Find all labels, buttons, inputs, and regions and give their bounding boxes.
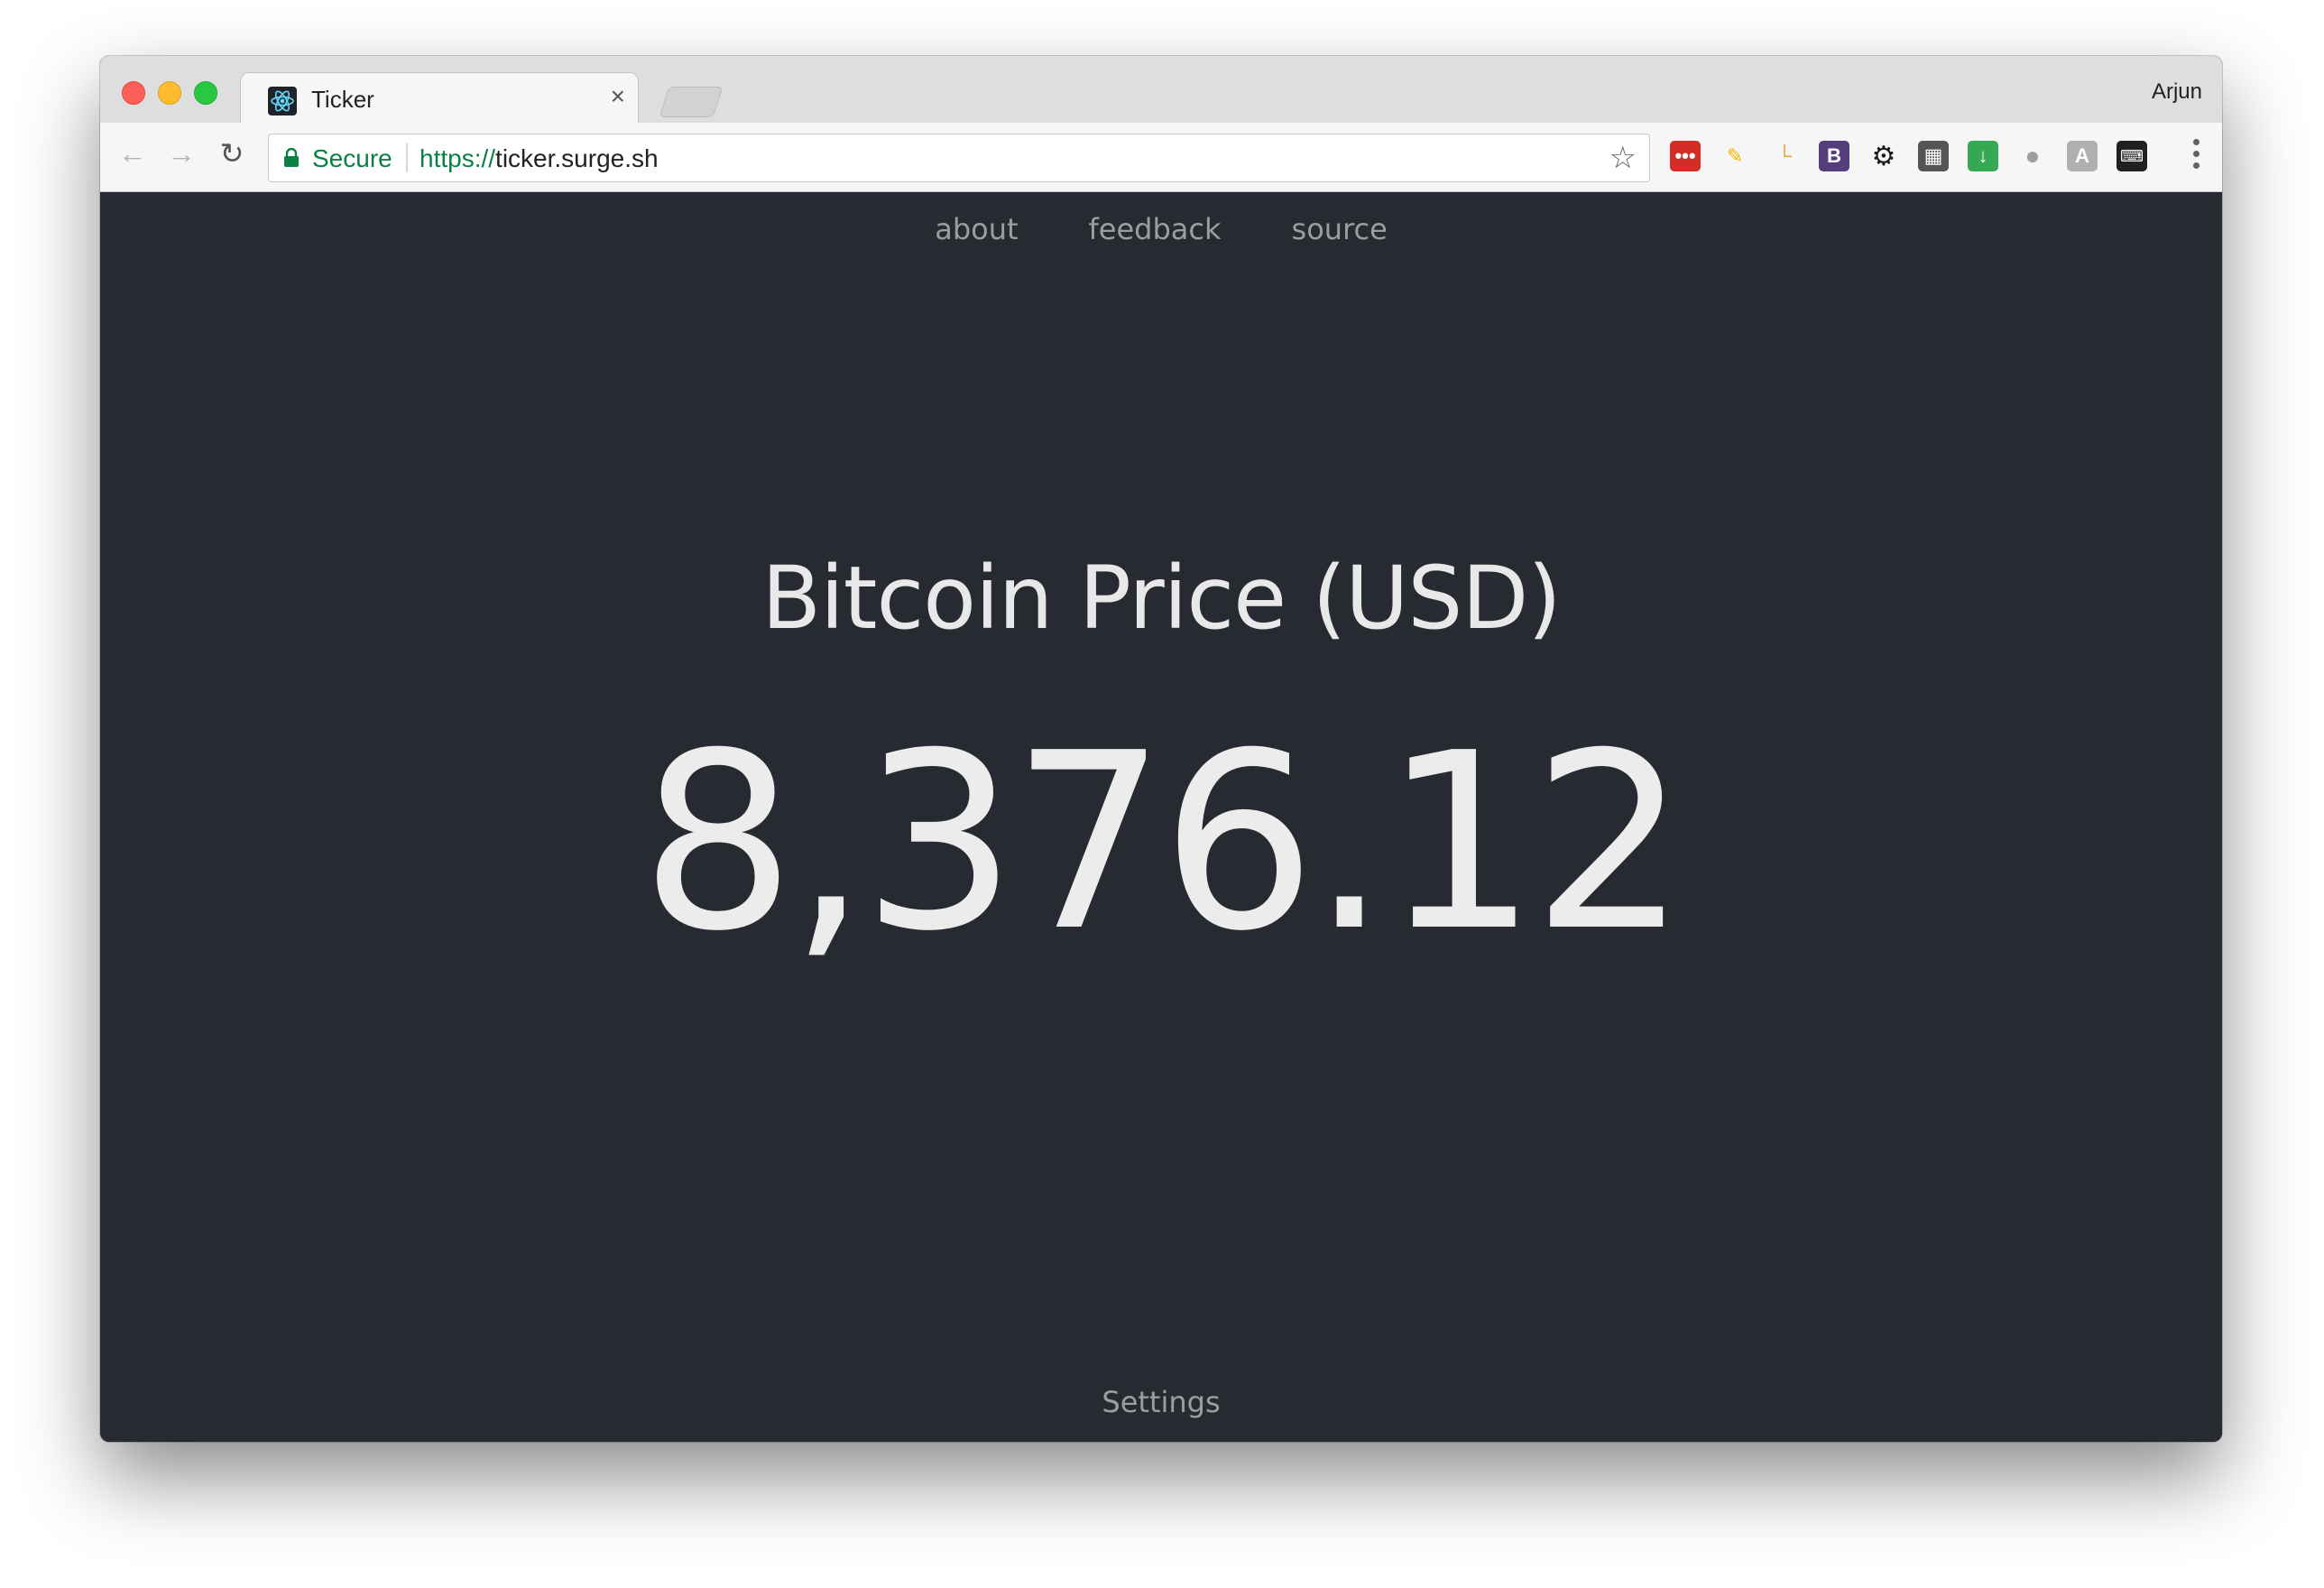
url-host: ticker.surge.sh [495,144,659,172]
secure-label[interactable]: Secure [312,144,392,173]
new-tab-button[interactable] [659,87,724,117]
url-scheme: https:// [420,144,496,172]
bulb-extension-icon[interactable]: ● [2017,141,2048,171]
bootstrap-extension-icon[interactable]: B [1819,141,1849,171]
back-button[interactable]: ← [113,134,152,173]
arrow-right-icon: → [167,136,196,170]
browser-toolbar: ← → ↻ Secure https://ticker.surge.sh ☆ •… [100,123,2222,192]
price-value: 8,376.12 [640,700,1687,984]
page-title: Bitcoin Price (USD) [761,548,1561,649]
close-window-button[interactable] [122,81,145,105]
tab-close-icon[interactable]: × [611,84,625,109]
film-extension-icon[interactable]: ▦ [1918,141,1949,171]
browser-menu-icon[interactable] [2193,139,2200,169]
reload-icon: ↻ [219,137,244,170]
download-extension-icon[interactable]: ↓ [1968,141,1998,171]
settings-link[interactable]: Settings [100,1385,2222,1419]
react-atom-icon [268,87,297,115]
ruler-extension-icon[interactable]: └ [1769,141,1800,171]
tab-strip: Ticker × Arjun [100,56,2222,125]
nav-link-feedback[interactable]: feedback [1089,212,1222,246]
url-text[interactable]: https://ticker.surge.sh [420,144,659,173]
maximize-window-button[interactable] [194,81,217,105]
lastpass-extension-icon[interactable]: ••• [1670,141,1701,171]
tab-ticker[interactable]: Ticker × [240,72,639,125]
minimize-window-button[interactable] [158,81,181,105]
tab-title: Ticker [311,86,374,113]
profile-name[interactable]: Arjun [2152,79,2202,105]
angular-extension-icon[interactable]: A [2067,141,2098,171]
pencil-extension-icon[interactable]: ✎ [1720,141,1750,171]
lock-icon [284,148,299,167]
nav-link-about[interactable]: about [935,212,1018,246]
address-bar[interactable]: Secure https://ticker.surge.sh ☆ [268,134,1650,182]
browser-window: Ticker × Arjun ← → ↻ Secure https://tick… [100,56,2222,1442]
top-nav: about feedback source [100,212,2222,246]
ticker-page: about feedback source Bitcoin Price (USD… [100,192,2222,1442]
arrow-left-icon: ← [118,136,147,170]
forward-button[interactable]: → [161,134,201,173]
keyboard-extension-icon[interactable]: ⌨ [2116,141,2147,171]
omnibox-separator [406,143,408,172]
reload-button[interactable]: ↻ [212,134,252,173]
nav-link-source[interactable]: source [1292,212,1388,246]
gear-extension-icon[interactable]: ⚙ [1868,141,1899,171]
bookmark-star-icon[interactable]: ☆ [1609,140,1637,176]
